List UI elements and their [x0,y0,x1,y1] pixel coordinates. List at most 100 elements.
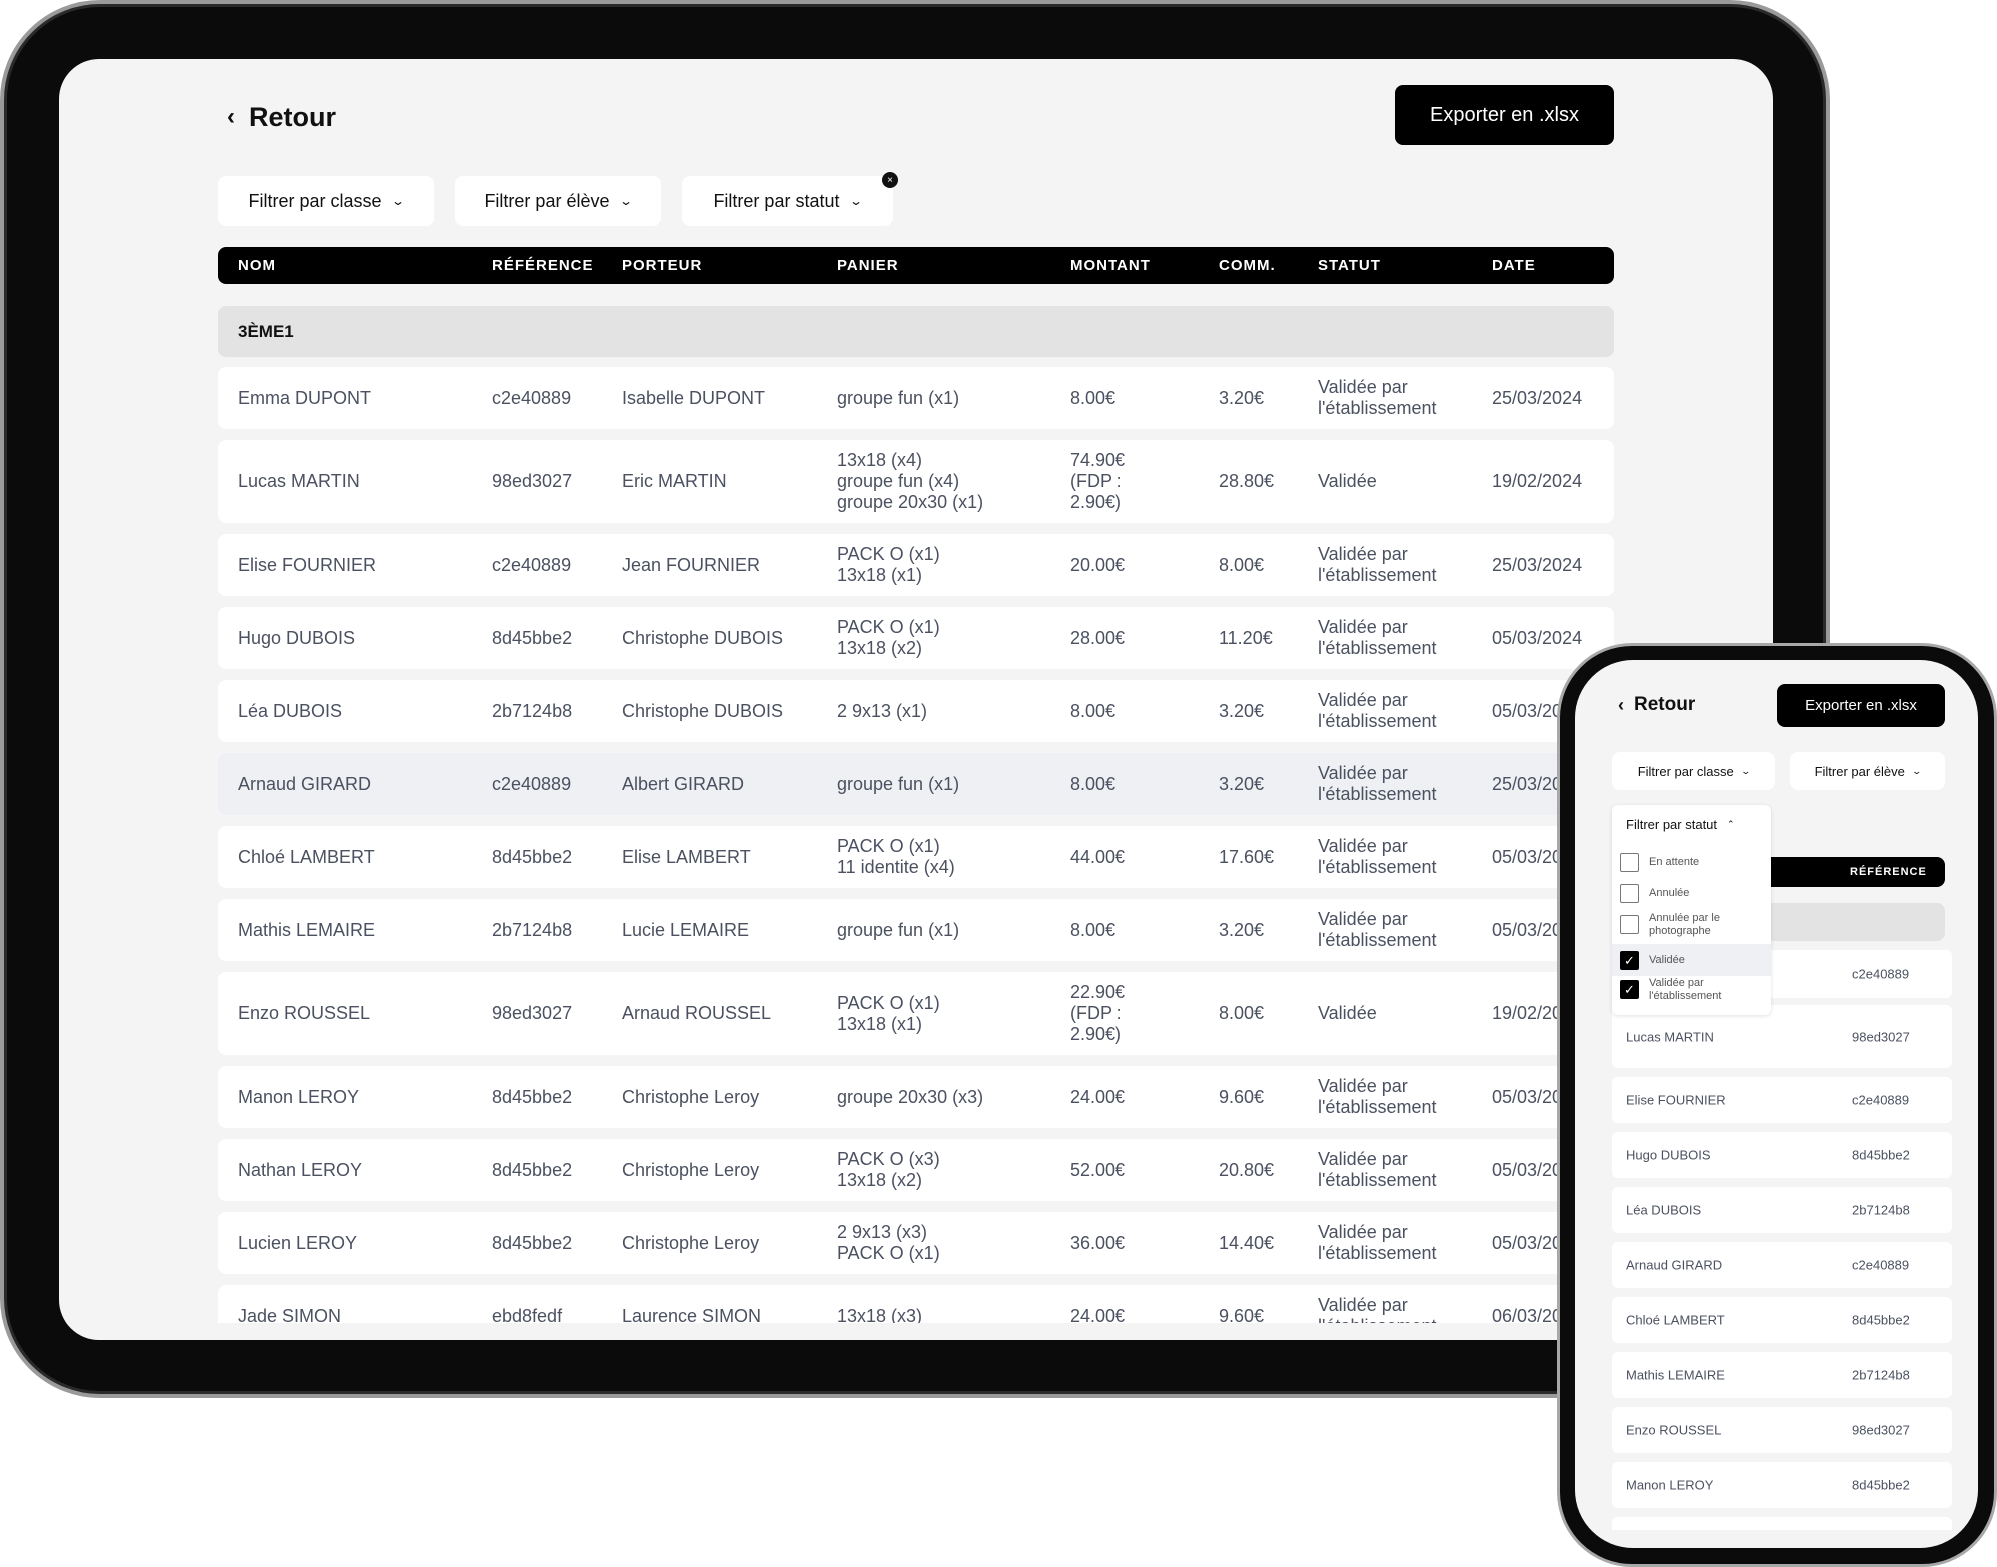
column-header-date[interactable]: DATE [1492,247,1536,284]
phone-screen: ‹ Retour Exporter en .xlsx Filtrer par c… [1575,660,1978,1548]
table-row[interactable]: Nathan LEROY 8d45bbe2 Christophe Leroy PACK… [218,1139,1614,1201]
cell-comm: 11.20€ [1219,607,1309,669]
phone-cell-ref: 8d45bbe2 [1852,1147,1910,1163]
cell-porteur: Laurence SIMON [622,1285,822,1324]
phone-table-row[interactable]: Hugo DUBOIS 8d45bbe2 [1612,1132,1952,1178]
cell-ref-text: ebd8fedf [492,1305,563,1324]
panier-line: groupe fun (x1) [837,919,960,940]
cell-montant: 8.00€ [1070,680,1145,742]
cell-nom-text: Nathan LEROY [238,1159,363,1180]
checkbox-checked-icon[interactable]: ✓ [1620,950,1639,970]
phone-table-row[interactable] [1612,1517,1952,1530]
column-header-comm[interactable]: COMM. [1219,247,1276,284]
cell-nom: Enzo ROUSSEL [238,972,418,1055]
column-header-statut[interactable]: STATUT [1318,247,1381,284]
phone-table-row[interactable]: Manon LEROY 8d45bbe2 [1612,1462,1952,1508]
status-filter-dropdown[interactable]: Filtrer par statut ⌃ En attente Annulée Ann… [1612,805,1771,1015]
cell-ref-text: 8d45bbe2 [492,1232,573,1253]
cell-nom-text: Mathis LEMAIRE [238,919,376,940]
cell-comm: 8.00€ [1219,972,1309,1055]
cell-panier: groupe 20x30 (x3) [837,1066,1057,1128]
panier-line: groupe 20x30 (x1) [837,492,984,512]
cell-nom-text: Léa DUBOIS [238,700,343,721]
table-row[interactable]: Manon LEROY 8d45bbe2 Christophe Leroy group… [218,1066,1614,1128]
cell-porteur: Isabelle DUPONT [622,367,822,429]
filter-student-dropdown[interactable]: Filtrer par élève ⌄ [455,176,661,226]
cell-porteur: Christophe Leroy [622,1066,822,1128]
phone-cell-ref: c2e40889 [1852,1257,1910,1273]
cell-statut: Validée par l'établissement [1318,899,1468,961]
phone-table-row[interactable]: Mathis LEMAIRE 2b7124b8 [1612,1352,1952,1398]
cell-comm: 20.80€ [1219,1139,1309,1201]
cell-panier: 2 9x13 (x1) [837,680,1057,742]
table-row[interactable]: Hugo DUBOIS 8d45bbe2 Christophe DUBOIS PACK… [218,607,1614,669]
checkbox-unchecked-icon[interactable] [1620,853,1639,872]
cell-panier: PACK O (x1) 13x18 (x1) [837,534,1057,596]
checkbox-unchecked-icon[interactable] [1620,915,1639,934]
cell-comm-text: 11.20€ [1219,627,1273,648]
status-option[interactable]: ✓ Validée par l'établissement [1612,973,1771,1006]
column-header-montant[interactable]: MONTANT [1070,247,1151,284]
phone-cell-ref: 98ed3027 [1852,1422,1910,1438]
cell-statut-text: Validée par l'établissement [1318,617,1437,658]
chevron-left-icon: ‹ [227,103,235,130]
cell-panier: groupe fun (x1) [837,367,1057,429]
column-header-panier[interactable]: PANIER [837,247,899,284]
table-row[interactable]: Lucien LEROY 8d45bbe2 Christophe Leroy 2 9x… [218,1212,1614,1274]
cell-statut-text: Validée par l'établissement [1318,1076,1437,1117]
phone-table-row[interactable]: Chloé LAMBERT 8d45bbe2 [1612,1297,1952,1343]
cell-ref-text: 8d45bbe2 [492,1086,573,1107]
filter-status-dropdown[interactable]: Filtrer par statut ⌄ [682,176,893,226]
cell-statut: Validée [1318,440,1468,523]
phone-cell-ref: 8d45bbe2 [1852,1477,1910,1493]
cell-comm-text: 3.20€ [1219,919,1265,940]
phone-cell-nom: Arnaud GIRARD [1626,1257,1723,1273]
cell-comm-text: 3.20€ [1219,773,1265,794]
table-row[interactable]: Jade SIMON ebd8fedf Laurence SIMON 13x18 (x… [218,1285,1614,1323]
phone-table-body: Emma DUPONTc2e40889Lucas MARTIN98ed3027E… [1575,660,1978,1530]
column-header-reference[interactable]: RÉFÉRENCE [492,247,594,284]
panier-line: PACK O (x3) [837,1149,940,1169]
status-filter-toggle[interactable]: Filtrer par statut ⌃ [1626,813,1735,835]
phone-table-row[interactable]: Enzo ROUSSEL 98ed3027 [1612,1407,1952,1453]
panier-line: PACK O (x1) [837,544,940,564]
cell-ref: 8d45bbe2 [492,607,612,669]
cell-porteur: Jean FOURNIER [622,534,822,596]
table-row[interactable]: Emma DUPONT c2e40889 Isabelle DUPONT groupe… [218,367,1614,429]
phone-table-row[interactable]: Léa DUBOIS 2b7124b8 [1612,1187,1952,1233]
back-button[interactable]: ‹ Retour [227,97,336,137]
table-row[interactable]: Lucas MARTIN 98ed3027 Eric MARTIN 13x18 (x4… [218,440,1614,523]
cell-nom: Elise FOURNIER [238,534,418,596]
cell-nom-text: Lucien LEROY [238,1232,358,1253]
checkbox-checked-icon[interactable]: ✓ [1620,980,1639,999]
cell-statut-text: Validée par l'établissement [1318,1149,1437,1190]
table-row[interactable]: Elise FOURNIER c2e40889 Jean FOURNIER PACK … [218,534,1614,596]
table-row[interactable]: Enzo ROUSSEL 98ed3027 Arnaud ROUSSEL PACK O… [218,972,1614,1055]
status-option[interactable]: En attente [1612,850,1771,875]
panier-line: PACK O (x1) [837,836,940,856]
panier-line: 2 9x13 (x1) [837,700,928,721]
table-row[interactable]: Léa DUBOIS 2b7124b8 Christophe DUBOIS 2 9x1… [218,680,1614,742]
column-header-porteur[interactable]: PORTEUR [622,247,702,284]
table-row[interactable]: Chloé LAMBERT 8d45bbe2 Elise LAMBERT PACK O… [218,826,1614,888]
export-xlsx-button[interactable]: Exporter en .xlsx [1395,85,1614,145]
checkbox-unchecked-icon[interactable] [1620,884,1639,903]
phone-table-row[interactable]: Arnaud GIRARD c2e40889 [1612,1242,1952,1288]
status-option[interactable]: Annulée [1612,881,1771,906]
phone-table-row[interactable]: Elise FOURNIER c2e40889 [1612,1077,1952,1123]
cell-statut-text: Validée [1318,1003,1377,1023]
cell-nom: Lucien LEROY [238,1212,418,1274]
cell-comm-text: 20.80€ [1219,1159,1275,1180]
clear-status-filter-icon[interactable]: × [882,172,898,188]
cell-statut: Validée par l'établissement [1318,1285,1468,1323]
table-row[interactable]: Mathis LEMAIRE 2b7124b8 Lucie LEMAIRE group… [218,899,1614,961]
cell-porteur-text: Isabelle DUPONT [622,387,766,408]
status-option[interactable]: ✓ Validée [1612,944,1771,976]
cell-comm: 3.20€ [1219,367,1309,429]
chevron-down-icon: ⌄ [849,194,864,208]
status-option-label: Annulée par le photographe [1649,911,1720,937]
column-header-nom[interactable]: NOM [238,247,276,284]
table-row[interactable]: Arnaud GIRARD c2e40889 Albert GIRARD groupe… [218,753,1614,815]
status-option[interactable]: Annulée par le photographe [1612,908,1771,941]
filter-class-dropdown[interactable]: Filtrer par classe ⌄ [218,176,434,226]
